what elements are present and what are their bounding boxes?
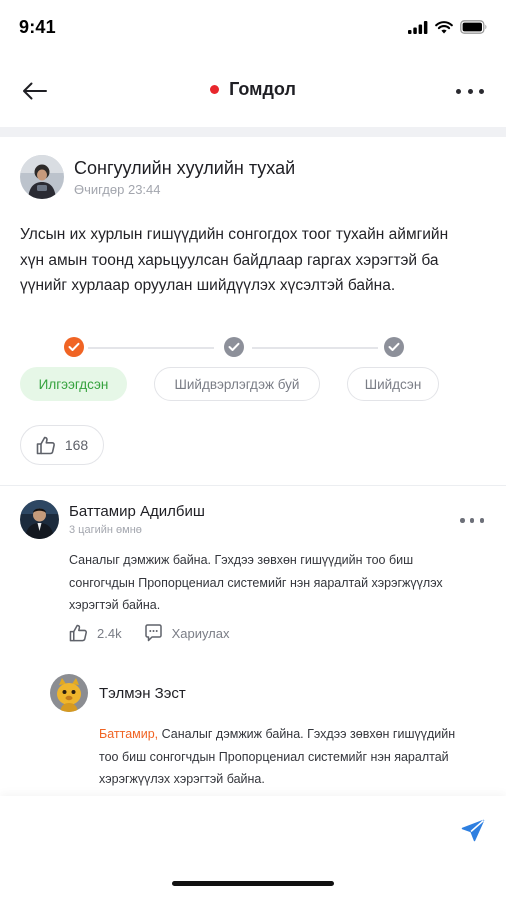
comment-time: 3 цагийн өмнө xyxy=(69,524,142,536)
more-options-button[interactable] xyxy=(456,86,484,96)
comment-more-button[interactable] xyxy=(460,518,484,524)
status-time: 9:41 xyxy=(19,17,56,37)
comment-like-count: 2.4k xyxy=(97,625,122,641)
step-label-in-progress: Шийдвэрлэгдэж буй xyxy=(154,367,320,401)
reply-button[interactable]: Хариулах xyxy=(172,626,230,641)
chat-bubble-icon[interactable] xyxy=(144,624,163,642)
commenter-avatar[interactable] xyxy=(20,500,59,539)
step-label-resolved: Шийдсэн xyxy=(347,367,439,401)
send-button[interactable] xyxy=(460,818,486,844)
step-label-sent: Илгээгдсэн xyxy=(20,367,127,401)
section-divider xyxy=(0,127,506,137)
header-title-group: Гомдол xyxy=(0,79,506,100)
home-indicator xyxy=(172,881,334,886)
progress-line xyxy=(252,347,378,349)
comment-composer xyxy=(0,796,506,900)
post-author: Сонгуулийн хуулийн тухай Өчигдөр 23:44 xyxy=(20,155,295,199)
commenter-name[interactable]: Баттамир Адилбиш xyxy=(69,503,205,520)
step-pending-check-icon xyxy=(384,337,404,357)
step-current-icon xyxy=(64,337,84,357)
post-body: Улсын их хурлын гишүүдийн сонгогдох тоог… xyxy=(20,226,449,294)
post-like-count: 168 xyxy=(64,437,89,453)
status-indicator-dot xyxy=(210,85,220,94)
comments-separator xyxy=(0,485,506,486)
more-horizontal-icon xyxy=(456,88,461,94)
post-author-avatar[interactable] xyxy=(20,155,64,199)
commenter-name[interactable]: Тэлмэн Зэст xyxy=(99,685,186,702)
post-time: Өчигдөр 23:44 xyxy=(74,182,161,197)
thumbs-up-icon xyxy=(36,436,55,454)
send-icon xyxy=(461,819,485,842)
mention-link[interactable]: Баттамир, xyxy=(99,727,158,741)
commenter-avatar[interactable] xyxy=(50,674,88,712)
post-like-button[interactable]: 168 xyxy=(20,425,104,465)
status-icons xyxy=(408,20,488,34)
progress-line xyxy=(88,347,214,349)
status-bar: 9:41 xyxy=(0,0,506,56)
app-header: Гомдол xyxy=(0,60,506,122)
cellular-signal-icon xyxy=(408,20,428,34)
comment-item: Баттамир Адилбиш 3 цагийн өмнө Саналыг д… xyxy=(20,500,443,642)
page-title: Гомдол xyxy=(229,79,296,99)
step-pending-check-icon xyxy=(224,337,244,357)
post-title: Сонгуулийн хуулийн тухай xyxy=(74,158,296,178)
reply-comment-item: Тэлмэн Зэст Баттамир, Саналыг дэмжиж бай… xyxy=(50,674,455,786)
thumbs-up-icon[interactable] xyxy=(69,624,88,642)
status-progress xyxy=(0,337,506,359)
comment-text: Баттамир, Саналыг дэмжиж байна. Гэхдээ з… xyxy=(99,723,459,791)
wifi-icon xyxy=(435,20,453,33)
more-horizontal-icon xyxy=(460,518,465,523)
comment-input[interactable] xyxy=(20,814,440,844)
comment-text: Саналыг дэмжиж байна. Гэхдээ зөвхөн гишү… xyxy=(69,553,443,612)
battery-icon xyxy=(460,20,487,34)
